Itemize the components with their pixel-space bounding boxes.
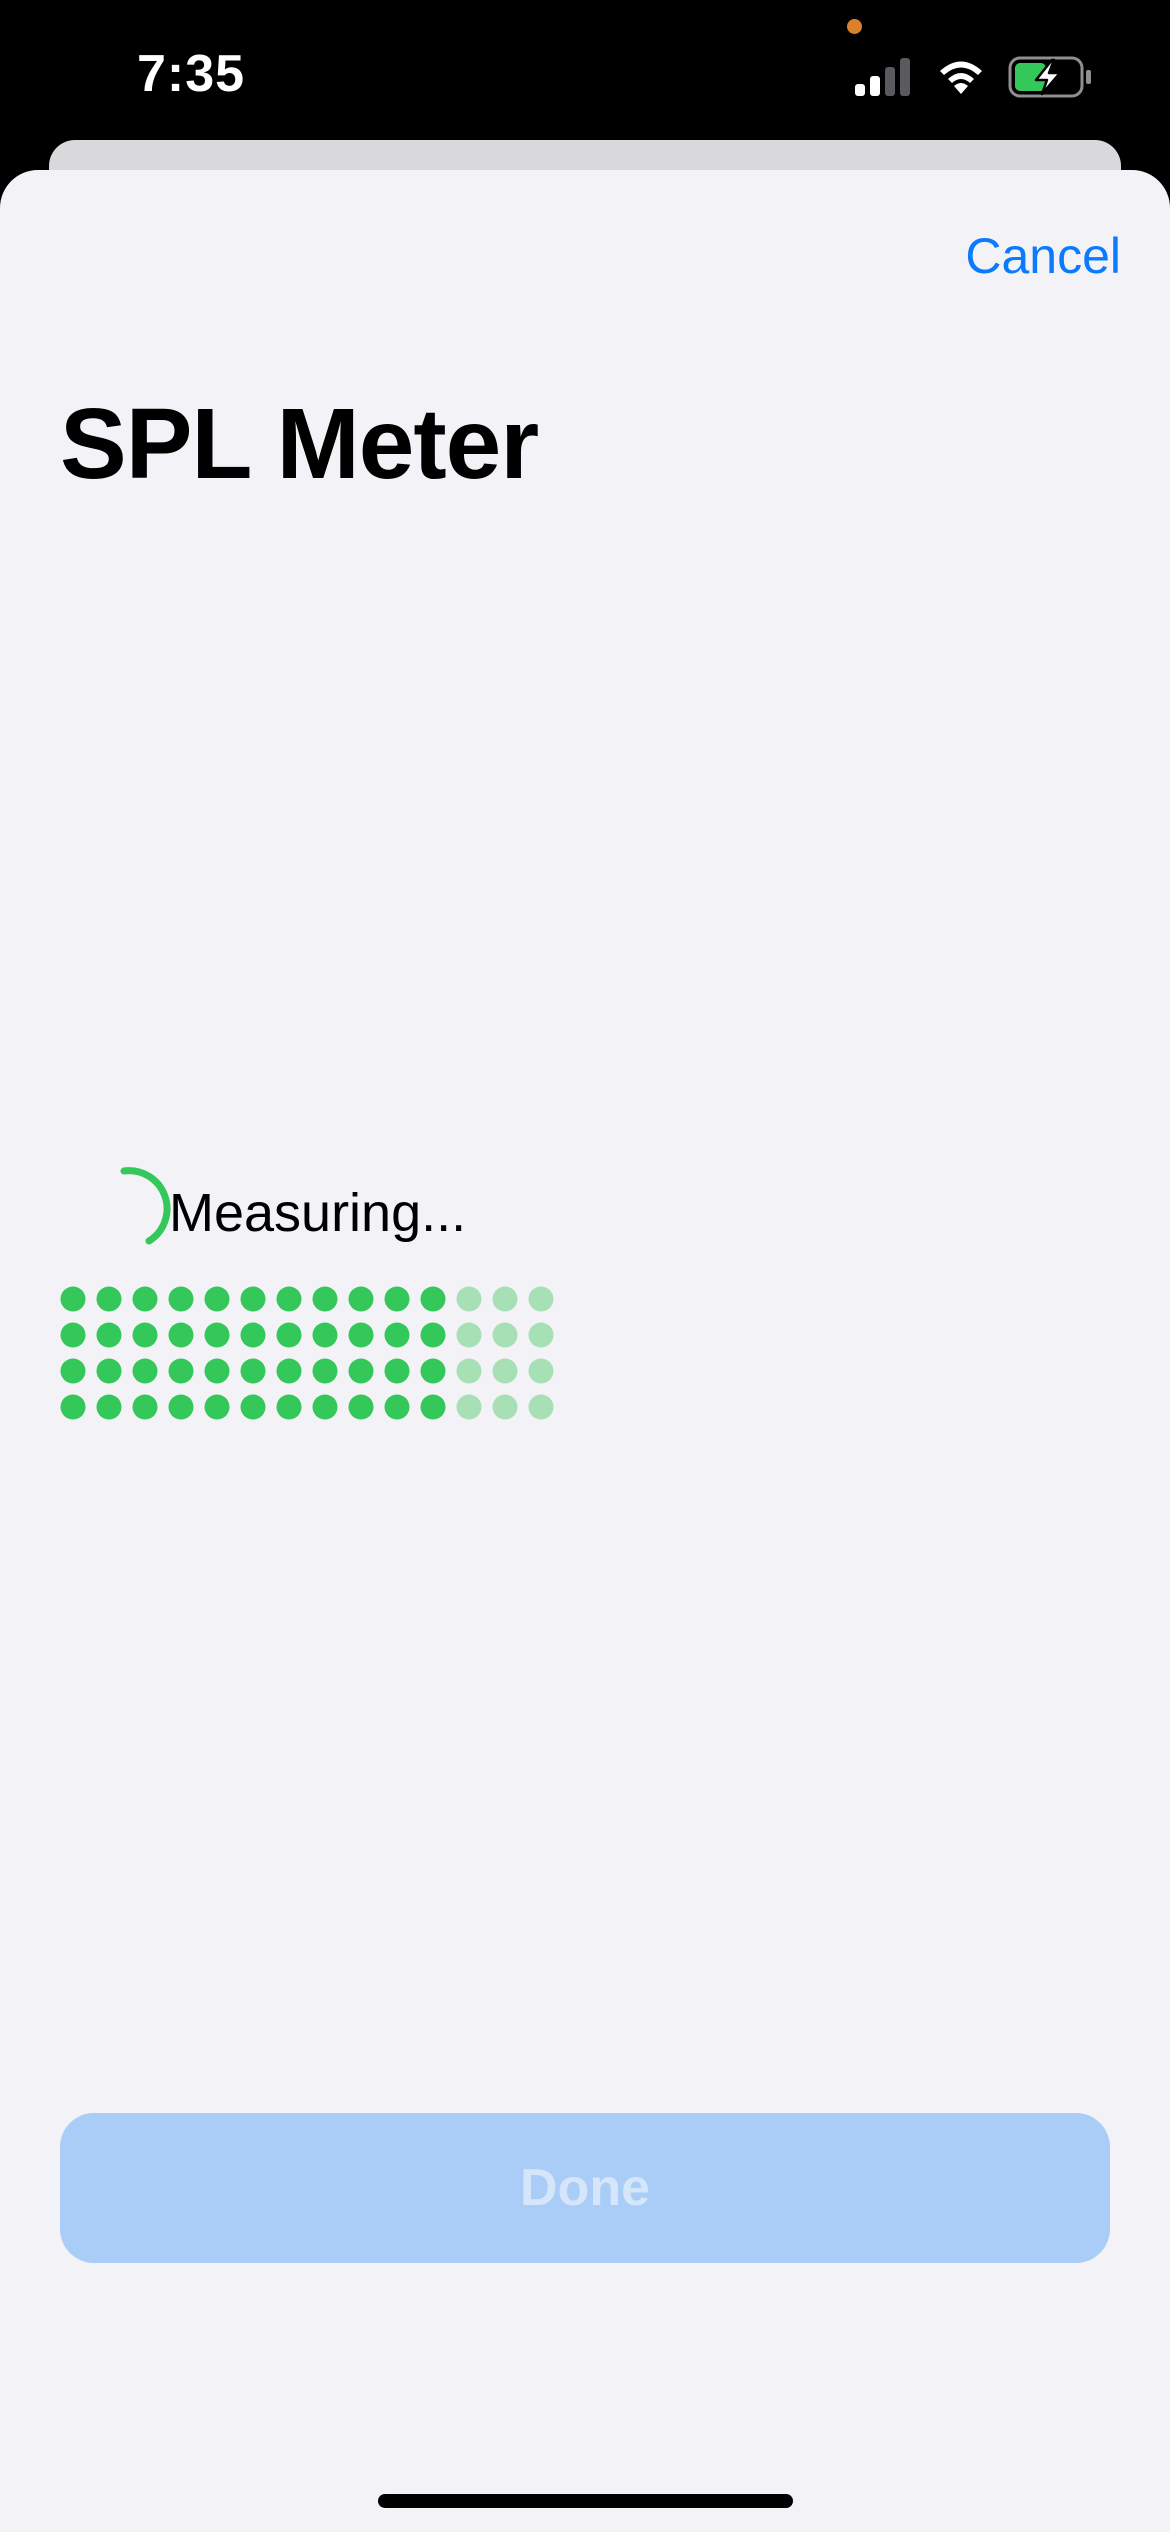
level-dot-active [348,1286,374,1312]
screen: 7:35 Cancel SPL Meter Measuring... Done [0,0,1170,2532]
level-dot-active [96,1322,122,1348]
level-dot-active [60,1286,86,1312]
level-dot-active [312,1286,338,1312]
level-dot-active [60,1322,86,1348]
level-dot-active [204,1322,230,1348]
level-dot-inactive [456,1286,482,1312]
level-dot-inactive [492,1358,518,1384]
level-dot-active [204,1358,230,1384]
level-dot-active [168,1394,194,1420]
level-dot-active [348,1394,374,1420]
wifi-icon [940,61,982,94]
level-dot-active [348,1322,374,1348]
level-dot-active [240,1286,266,1312]
level-dot-active [240,1358,266,1384]
level-dot-active [384,1394,410,1420]
level-dot-inactive [492,1322,518,1348]
level-dot-inactive [528,1394,554,1420]
status-time: 7:35 [137,45,246,103]
measuring-label: Measuring... [169,1183,467,1243]
done-button[interactable]: Done [60,2113,1110,2263]
level-dot-active [132,1286,158,1312]
level-dot-inactive [528,1286,554,1312]
level-meter [60,1286,554,1420]
level-dot-active [168,1286,194,1312]
level-dot-active [240,1322,266,1348]
level-dot-active [276,1286,302,1312]
level-dot-active [312,1358,338,1384]
level-dot-active [60,1394,86,1420]
level-dot-active [312,1394,338,1420]
level-dot-active [312,1322,338,1348]
privacy-indicator-dot [847,19,862,34]
level-dot-active [420,1286,446,1312]
level-dot-active [420,1322,446,1348]
signal-bar-1 [855,84,865,96]
level-dot-inactive [456,1394,482,1420]
level-dot-active [384,1358,410,1384]
level-dot-active [96,1358,122,1384]
level-dot-active [276,1322,302,1348]
level-dot-inactive [456,1322,482,1348]
level-dot-active [276,1358,302,1384]
level-dot-inactive [492,1286,518,1312]
signal-bar-2 [870,76,880,96]
status-bar: 7:35 [0,0,1170,140]
level-dot-active [240,1394,266,1420]
level-dot-active [168,1358,194,1384]
level-dot-active [60,1358,86,1384]
level-dot-active [168,1322,194,1348]
cancel-button[interactable]: Cancel [965,227,1121,285]
level-dot-active [132,1394,158,1420]
spl-meter-sheet: Cancel SPL Meter Measuring... Done [0,170,1170,2532]
signal-bar-3 [885,67,895,96]
level-dot-active [420,1394,446,1420]
level-dot-active [348,1358,374,1384]
level-dot-inactive [528,1322,554,1348]
level-dot-inactive [492,1394,518,1420]
signal-bar-4 [900,58,910,96]
level-dot-inactive [456,1358,482,1384]
page-title: SPL Meter [60,388,539,500]
home-indicator [378,2494,793,2508]
level-dot-active [204,1286,230,1312]
level-dot-active [384,1322,410,1348]
level-dot-inactive [528,1358,554,1384]
level-dot-active [132,1322,158,1348]
signal-icon [855,58,910,96]
level-dot-active [204,1394,230,1420]
level-dot-active [132,1358,158,1384]
level-dot-active [384,1286,410,1312]
level-dot-active [96,1286,122,1312]
level-dot-active [420,1358,446,1384]
battery-charging-icon [1008,56,1091,98]
level-dot-active [96,1394,122,1420]
level-dot-active [276,1394,302,1420]
